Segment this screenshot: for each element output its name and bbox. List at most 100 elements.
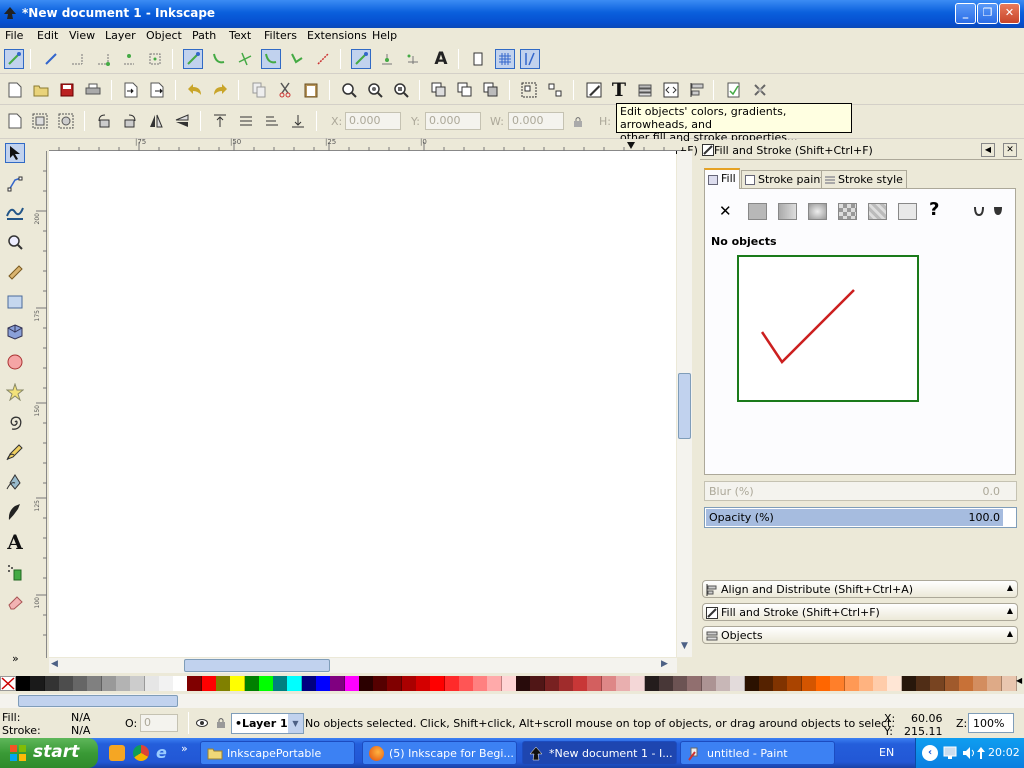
unset-paint-icon[interactable] — [898, 203, 917, 220]
close-button[interactable]: ✕ — [999, 3, 1020, 24]
palette-swatch[interactable] — [487, 676, 503, 691]
lock-icon[interactable] — [568, 112, 588, 132]
snap-origin-icon[interactable] — [403, 49, 423, 69]
rotate-ccw-icon[interactable] — [94, 111, 114, 131]
palette-swatch[interactable] — [801, 676, 817, 691]
palette-swatch[interactable] — [316, 676, 331, 691]
menu-filters[interactable]: Filters — [264, 29, 297, 42]
palette-swatch[interactable] — [373, 676, 389, 691]
snap-bbox-edge-icon[interactable] — [67, 49, 87, 69]
palette-swatch[interactable] — [501, 676, 517, 691]
layer-dropdown[interactable]: •Layer 1 ▼ — [231, 713, 304, 734]
palette-swatch[interactable] — [730, 676, 746, 691]
palette-swatch[interactable] — [258, 676, 274, 691]
palette-swatch[interactable] — [844, 676, 860, 691]
scroll-right-arrow-icon[interactable]: ▶ — [661, 659, 674, 672]
palette-swatch[interactable] — [944, 676, 960, 691]
snap-midpoints-icon[interactable] — [313, 49, 333, 69]
palette-swatch[interactable] — [930, 676, 946, 691]
palette-swatch[interactable] — [616, 676, 631, 691]
select-all-layers-icon[interactable] — [30, 111, 50, 131]
snap-toggle-icon[interactable] — [4, 49, 24, 69]
palette-swatch[interactable] — [201, 676, 217, 691]
zoom-drawing-icon[interactable] — [365, 80, 385, 100]
menu-file[interactable]: File — [5, 29, 23, 42]
layer-lock-icon[interactable] — [216, 717, 226, 729]
pattern-icon[interactable] — [838, 203, 857, 220]
palette-swatch[interactable] — [430, 676, 446, 691]
calligraphy-tool-icon[interactable] — [5, 502, 25, 522]
pen-tool-icon[interactable] — [5, 472, 25, 492]
palette-swatch[interactable] — [401, 676, 417, 691]
snap-text-baseline-icon[interactable]: A — [431, 49, 451, 69]
undo-icon[interactable] — [185, 80, 205, 100]
cut-icon[interactable] — [275, 80, 295, 100]
network-icon[interactable] — [942, 745, 958, 761]
layers-icon[interactable] — [635, 80, 655, 100]
palette-swatch[interactable] — [987, 676, 1003, 691]
snap-nodes-icon[interactable] — [183, 49, 203, 69]
maximize-button[interactable]: ❐ — [977, 3, 998, 24]
vertical-scrollbar[interactable]: ▼ — [677, 151, 692, 657]
redo-icon[interactable] — [210, 80, 230, 100]
tweak-tool-icon[interactable] — [5, 202, 25, 222]
palette-swatch[interactable] — [530, 676, 546, 691]
task-inkscape-portable[interactable]: InkscapePortable — [200, 741, 355, 765]
export-icon[interactable] — [147, 80, 167, 100]
text-and-font-icon[interactable]: T — [609, 79, 629, 101]
flip-horizontal-icon[interactable] — [146, 111, 166, 131]
palette-swatch[interactable] — [587, 676, 603, 691]
palette-scrollbar[interactable] — [0, 694, 1024, 708]
palette-swatch[interactable] — [716, 676, 731, 691]
zoom-tool-icon[interactable] — [5, 232, 25, 252]
opacity-slider[interactable]: Opacity (%) 100.0 — [704, 507, 1017, 528]
palette-swatch[interactable] — [573, 676, 589, 691]
copy-icon[interactable] — [249, 80, 269, 100]
node-tool-icon[interactable] — [5, 174, 25, 194]
opacity-status-input[interactable]: 0 — [140, 714, 178, 732]
palette-swatch[interactable] — [387, 676, 403, 691]
palette-swatch[interactable] — [216, 676, 231, 691]
zoom-page-icon[interactable] — [391, 80, 411, 100]
palette-swatch[interactable] — [144, 676, 160, 691]
palette-swatch[interactable] — [230, 676, 246, 691]
palette-swatch[interactable] — [544, 676, 560, 691]
scroll-left-arrow-icon[interactable]: ◀ — [51, 659, 64, 672]
color-palette[interactable]: ◀ — [0, 676, 1024, 692]
palette-swatch[interactable] — [1001, 676, 1017, 691]
snap-grid-icon[interactable] — [495, 49, 515, 69]
clone-icon[interactable] — [455, 80, 475, 100]
linear-gradient-icon[interactable] — [778, 203, 797, 220]
snap-intersections-icon[interactable] — [235, 49, 255, 69]
dropdown-arrow-icon[interactable]: ▼ — [288, 714, 303, 733]
tray-arrow-icon[interactable] — [976, 746, 986, 760]
horizontal-scrollbar[interactable]: ◀ ▶ — [49, 658, 677, 673]
minimize-button[interactable]: _ — [955, 3, 976, 24]
swatch-icon[interactable] — [868, 203, 887, 220]
open-folder-icon[interactable] — [31, 80, 51, 100]
menu-help[interactable]: Help — [372, 29, 397, 42]
palette-swatch[interactable] — [558, 676, 574, 691]
ungroup-icon[interactable] — [545, 80, 565, 100]
flip-vertical-icon[interactable] — [172, 111, 192, 131]
palette-swatch[interactable] — [630, 676, 646, 691]
dock-close-icon[interactable]: ✕ — [1003, 143, 1017, 157]
snap-guides-icon[interactable] — [520, 49, 540, 69]
palette-swatch[interactable] — [473, 676, 489, 691]
rectangle-tool-icon[interactable] — [5, 292, 25, 312]
3d-box-tool-icon[interactable] — [5, 322, 25, 342]
palette-swatch[interactable] — [73, 676, 89, 691]
palette-swatch[interactable] — [458, 676, 474, 691]
raise-to-top-icon[interactable] — [210, 111, 230, 131]
fill-rule-evenodd-icon[interactable] — [973, 205, 985, 217]
palette-swatch[interactable] — [644, 676, 660, 691]
measure-tool-icon[interactable] — [5, 262, 25, 282]
palette-swatch[interactable] — [58, 676, 74, 691]
task-paint[interactable]: untitled - Paint — [680, 741, 835, 765]
volume-icon[interactable] — [961, 745, 977, 761]
palette-swatch[interactable] — [358, 676, 374, 691]
collapse-arrow-icon[interactable]: ▲ — [1007, 606, 1013, 615]
star-tool-icon[interactable] — [5, 382, 25, 402]
palette-swatch[interactable] — [601, 676, 617, 691]
eraser-tool-icon[interactable] — [5, 592, 25, 612]
